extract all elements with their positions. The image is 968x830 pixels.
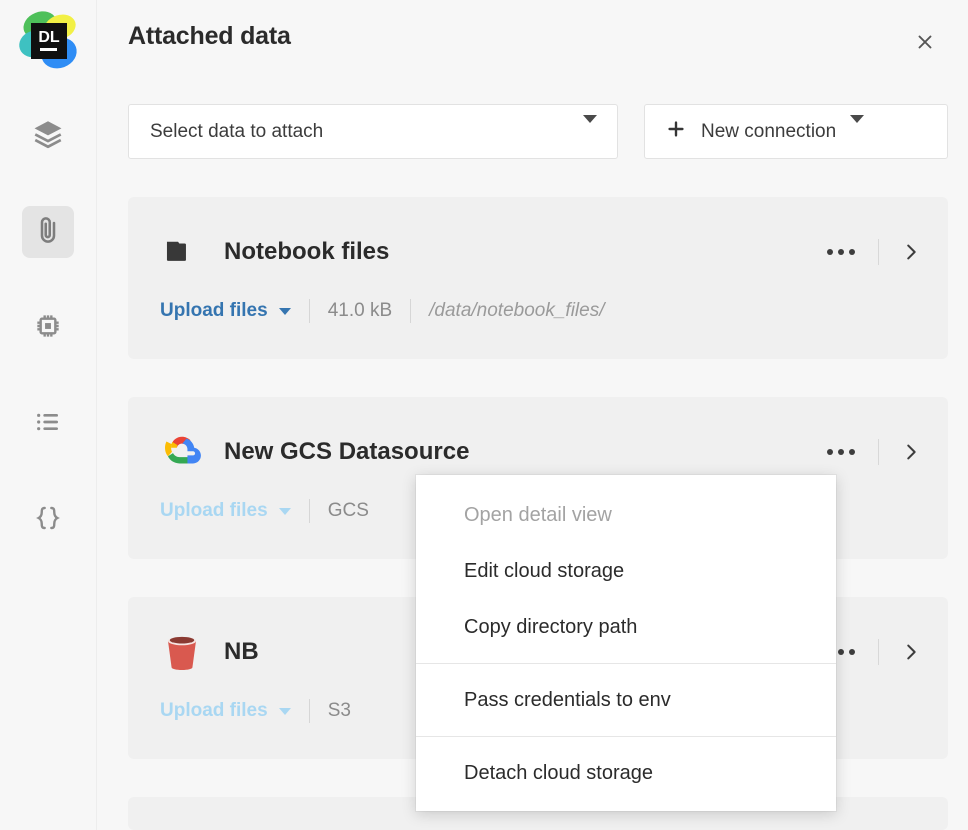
menu-separator — [416, 663, 836, 664]
left-rail: DL — [0, 0, 97, 830]
context-menu: Open detail view Edit cloud storage Copy… — [416, 475, 836, 811]
new-connection-button[interactable]: New connection — [644, 104, 948, 159]
new-connection-label: New connection — [701, 120, 837, 142]
chevron-down-icon — [583, 114, 597, 141]
sidebar-item-compute[interactable] — [22, 302, 74, 354]
card-meta: Upload files GCS — [160, 497, 369, 525]
card-path: /data/notebook_files/ — [429, 300, 605, 321]
upload-files-label: Upload files — [160, 300, 268, 321]
card-actions — [821, 230, 926, 274]
divider — [308, 699, 310, 723]
chevron-right-icon[interactable] — [896, 637, 926, 667]
menu-separator — [416, 736, 836, 737]
divider — [308, 499, 310, 523]
upload-files-button[interactable]: Upload files — [160, 700, 291, 722]
divider — [308, 299, 310, 323]
card-meta: Upload files 41.0 kB /data/notebook_file… — [160, 297, 604, 325]
sidebar-item-attached-data[interactable] — [22, 206, 74, 258]
paperclip-icon — [32, 214, 64, 251]
card-title: Notebook files — [224, 238, 390, 265]
svg-text:DL: DL — [38, 29, 60, 46]
chevron-down-icon — [278, 507, 291, 515]
divider — [878, 639, 879, 665]
data-card-notebook-files[interactable]: Notebook files Upload files 41.0 kB /dat… — [128, 197, 948, 359]
card-header: Notebook files — [128, 230, 948, 274]
chip-icon — [32, 310, 64, 347]
chevron-down-icon — [278, 707, 291, 715]
upload-files-label: Upload files — [160, 700, 268, 721]
chevron-right-icon[interactable] — [896, 437, 926, 467]
datalore-logo: DL — [14, 8, 82, 76]
menu-item-open-detail-view[interactable]: Open detail view — [416, 487, 836, 543]
card-title: New GCS Datasource — [224, 438, 470, 465]
card-title: NB — [224, 638, 259, 665]
card-actions — [821, 630, 926, 674]
braces-icon — [32, 502, 64, 539]
folder-icon — [160, 230, 204, 274]
chevron-down-icon — [278, 307, 291, 315]
google-cloud-icon — [160, 430, 204, 474]
layers-icon — [31, 117, 65, 156]
list-icon — [32, 406, 64, 443]
close-button[interactable] — [908, 27, 942, 61]
select-data-label: Select data to attach — [150, 120, 324, 142]
card-size: GCS — [327, 500, 369, 521]
menu-item-edit-cloud-storage[interactable]: Edit cloud storage — [416, 543, 836, 599]
select-data-dropdown[interactable]: Select data to attach — [128, 104, 618, 159]
chevron-right-icon[interactable] — [896, 237, 926, 267]
card-meta: Upload files S3 — [160, 697, 351, 725]
menu-item-pass-credentials-to-env[interactable]: Pass credentials to env — [416, 672, 836, 728]
sidebar-item-layers[interactable] — [22, 110, 74, 162]
card-header: New GCS Datasource — [128, 430, 948, 474]
card-actions — [821, 430, 926, 474]
sidebar-item-variables[interactable] — [22, 494, 74, 546]
divider — [878, 239, 879, 265]
menu-item-copy-directory-path[interactable]: Copy directory path — [416, 599, 836, 655]
upload-files-button[interactable]: Upload files — [160, 300, 291, 322]
close-icon — [914, 31, 936, 58]
more-icon[interactable] — [821, 437, 861, 467]
divider — [410, 299, 412, 323]
divider — [878, 439, 879, 465]
card-size: S3 — [327, 700, 351, 721]
s3-bucket-icon — [160, 630, 204, 674]
more-icon[interactable] — [821, 237, 861, 267]
upload-files-button[interactable]: Upload files — [160, 500, 291, 522]
sidebar-item-outline[interactable] — [22, 398, 74, 450]
page-title: Attached data — [128, 22, 291, 50]
chevron-down-icon — [850, 114, 865, 141]
card-size: 41.0 kB — [327, 300, 393, 321]
upload-files-label: Upload files — [160, 500, 268, 521]
menu-item-detach-cloud-storage[interactable]: Detach cloud storage — [416, 745, 836, 801]
plus-icon — [665, 118, 687, 145]
